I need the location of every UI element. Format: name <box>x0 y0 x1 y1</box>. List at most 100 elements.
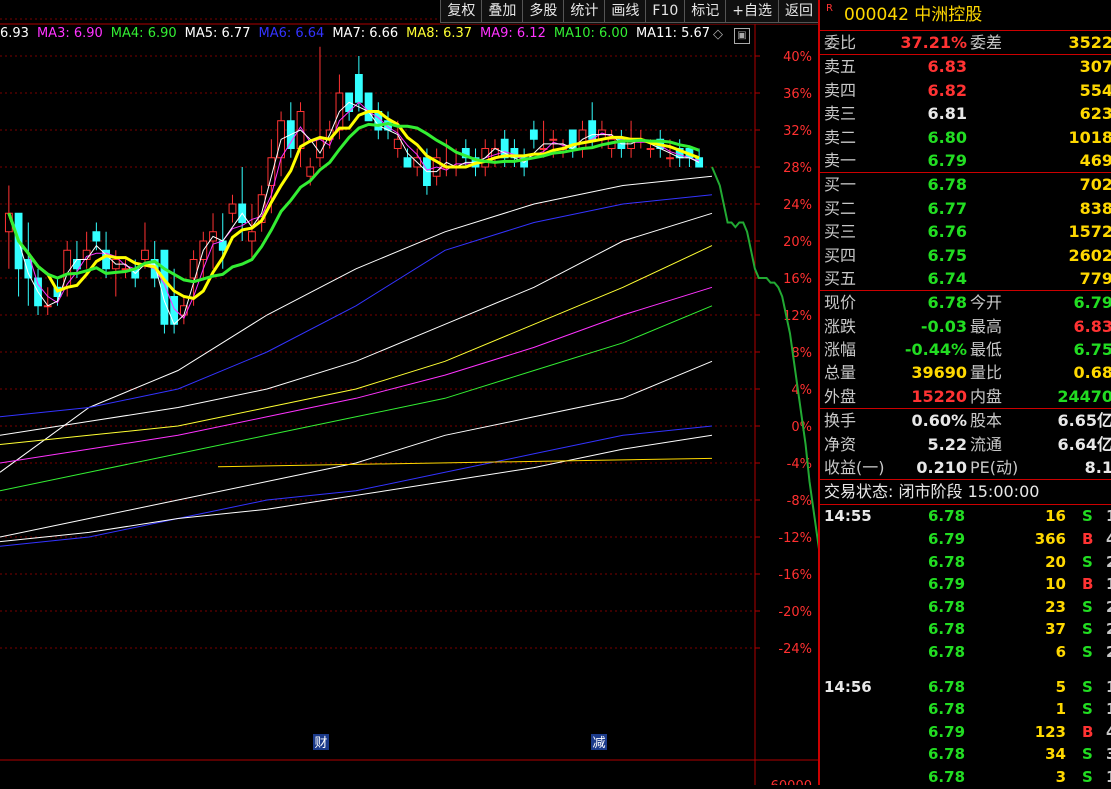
ma-legend-item: MA5: 6.77 <box>184 26 251 41</box>
toolbar-button-5[interactable]: F10 <box>645 0 685 23</box>
tick-direction: S <box>1082 767 1093 786</box>
tick-price: 6.78 <box>928 767 966 786</box>
ma-settings-icon[interactable]: ▣ <box>734 28 750 44</box>
candle-body <box>218 240 227 251</box>
y-tick-label: 32% <box>783 124 812 139</box>
order-diff-label: 委差 <box>970 33 1003 52</box>
bid-volume: 702 <box>1079 175 1111 195</box>
y-tick-label: 28% <box>783 161 812 176</box>
tick-count: 3 <box>1106 743 1111 766</box>
candle-body <box>666 157 674 160</box>
fundamentals: 换手 0.60% 股本 6.65亿 净资 5.22 流通 6.64亿 收益(一) 0.210 PE(… <box>820 409 1111 481</box>
quote-label: 最低 <box>970 340 1003 360</box>
tick-list[interactable]: 14:556.7816S16.79366B46.7820S26.7910B16.… <box>820 505 1111 788</box>
tick-volume: 123 <box>1034 722 1066 741</box>
ask-row[interactable]: 卖二 6.80 1018 <box>820 126 1111 149</box>
tick-count: 4 <box>1106 721 1111 744</box>
tick-count: 2 <box>1106 641 1111 664</box>
ma-long-9 <box>0 434 713 543</box>
toolbar-button-4[interactable]: 画线 <box>604 0 646 23</box>
tick-count: 1 <box>1106 766 1111 789</box>
ask-row[interactable]: 卖五 6.83 307 <box>820 55 1111 78</box>
tick-price: 6.78 <box>928 620 966 639</box>
quote-value: 15220 <box>911 386 967 406</box>
tick-row: 6.78 3S1 <box>820 766 1111 789</box>
tick-price: 6.78 <box>928 745 966 764</box>
toolbar-button-6[interactable]: 标记 <box>684 0 726 23</box>
bid-row[interactable]: 买一 6.78 702 <box>820 173 1111 196</box>
tick-volume: 5 <box>1055 677 1066 696</box>
candle-body <box>549 138 558 141</box>
ask-price: 6.80 <box>927 127 967 147</box>
ask-row[interactable]: 卖四 6.82 554 <box>820 79 1111 102</box>
bid-volume: 838 <box>1079 198 1111 218</box>
quote-label: 现价 <box>824 293 857 313</box>
tick-price: 6.79 <box>928 575 966 594</box>
order-diff-value: 3522 <box>1068 33 1111 52</box>
fund-value: 0.60% <box>911 411 967 431</box>
quote-panel: R 000042 中洲控股 委比 37.21% 委差 3522 卖五 6.83 30… <box>818 0 1111 788</box>
fund-label: 流通 <box>970 434 1003 454</box>
tick-row: 6.79 123 B4 <box>820 721 1111 744</box>
quote-value: 39690 <box>911 363 967 383</box>
bid-row[interactable]: 买四 6.75 2602 <box>820 244 1111 267</box>
tick-price: 6.78 <box>928 507 966 526</box>
quote-label: 今开 <box>970 293 1003 313</box>
fund-row: 净资 5.22 流通 6.64亿 <box>820 433 1111 456</box>
candle-body <box>82 249 91 260</box>
toolbar-button-3[interactable]: 统计 <box>563 0 605 23</box>
quote-label: 内盘 <box>970 386 1003 406</box>
ma-legend: 6.93 MA3: 6.90 MA4: 6.90 MA5: 6.77 MA6: 6.64… <box>0 26 718 46</box>
ask-price: 6.83 <box>927 57 967 77</box>
fund-label: 股本 <box>970 411 1003 431</box>
fund-value: 6.64亿 <box>1057 434 1111 454</box>
toolbar-button-7[interactable]: +自选 <box>725 0 778 23</box>
event-marker: 财 <box>314 736 327 751</box>
tick-volume: 20 <box>1045 552 1066 571</box>
ask-row[interactable]: 卖三 6.81 623 <box>820 102 1111 125</box>
tick-price: 6.78 <box>928 552 966 571</box>
tick-row: 6.78 23 S2 <box>820 596 1111 619</box>
y-tick-label: 20% <box>783 235 812 250</box>
quote-row: 总量 39690 量比 0.68 <box>820 361 1111 384</box>
toolbar-button-8[interactable]: 返回 <box>778 0 819 23</box>
quote-row: 现价 6.78 今开 6.79 <box>820 291 1111 314</box>
ask-volume: 1018 <box>1068 127 1111 147</box>
quote-label: 总量 <box>824 363 857 383</box>
quote-label: 量比 <box>970 363 1003 383</box>
quote-value: 6.83 <box>1073 316 1111 336</box>
tick-row: 6.78 34 S3 <box>820 743 1111 766</box>
quote-value: 0.68 <box>1073 363 1111 383</box>
ask-row[interactable]: 卖一 6.79 469 <box>820 149 1111 172</box>
quote-label: 最高 <box>970 316 1003 336</box>
toolbar-button-0[interactable]: 复权 <box>440 0 482 23</box>
y-tick-label: 40% <box>783 50 812 65</box>
y-tick-label: -8% <box>787 494 812 509</box>
diamond-icon[interactable]: ◇ <box>713 27 723 42</box>
tick-row: 6.78 20 S2 <box>820 551 1111 574</box>
order-ratio-row: 委比 37.21% 委差 3522 <box>820 31 1111 56</box>
candle-body <box>306 166 315 177</box>
candle-body <box>228 203 237 214</box>
tick-volume: 6 <box>1055 642 1066 661</box>
toolbar-button-2[interactable]: 多股 <box>522 0 564 23</box>
quote-value: 6.75 <box>1073 340 1111 360</box>
candle-body <box>160 249 169 325</box>
quote-value: -0.03 <box>920 316 967 336</box>
tick-price: 6.78 <box>928 597 966 616</box>
bid-row[interactable]: 买三 6.76 1572 <box>820 220 1111 243</box>
bid-price: 6.76 <box>927 222 967 242</box>
quote-label: 涨跌 <box>824 316 857 336</box>
candle-body <box>141 249 149 260</box>
ma-legend-item: MA10: 6.00 <box>553 26 628 41</box>
bid-label: 买五 <box>824 268 857 288</box>
bid-price: 6.78 <box>927 175 967 195</box>
tick-direction: S <box>1082 642 1093 661</box>
toolbar-button-1[interactable]: 叠加 <box>481 0 523 23</box>
bid-row[interactable]: 买二 6.77 838 <box>820 197 1111 220</box>
candle-body <box>364 92 373 122</box>
bid-row[interactable]: 买五 6.74 779 <box>820 267 1111 290</box>
quote-value: 6.79 <box>1073 293 1111 313</box>
ma-long-5 <box>0 286 713 464</box>
tick-direction: S <box>1082 620 1093 639</box>
